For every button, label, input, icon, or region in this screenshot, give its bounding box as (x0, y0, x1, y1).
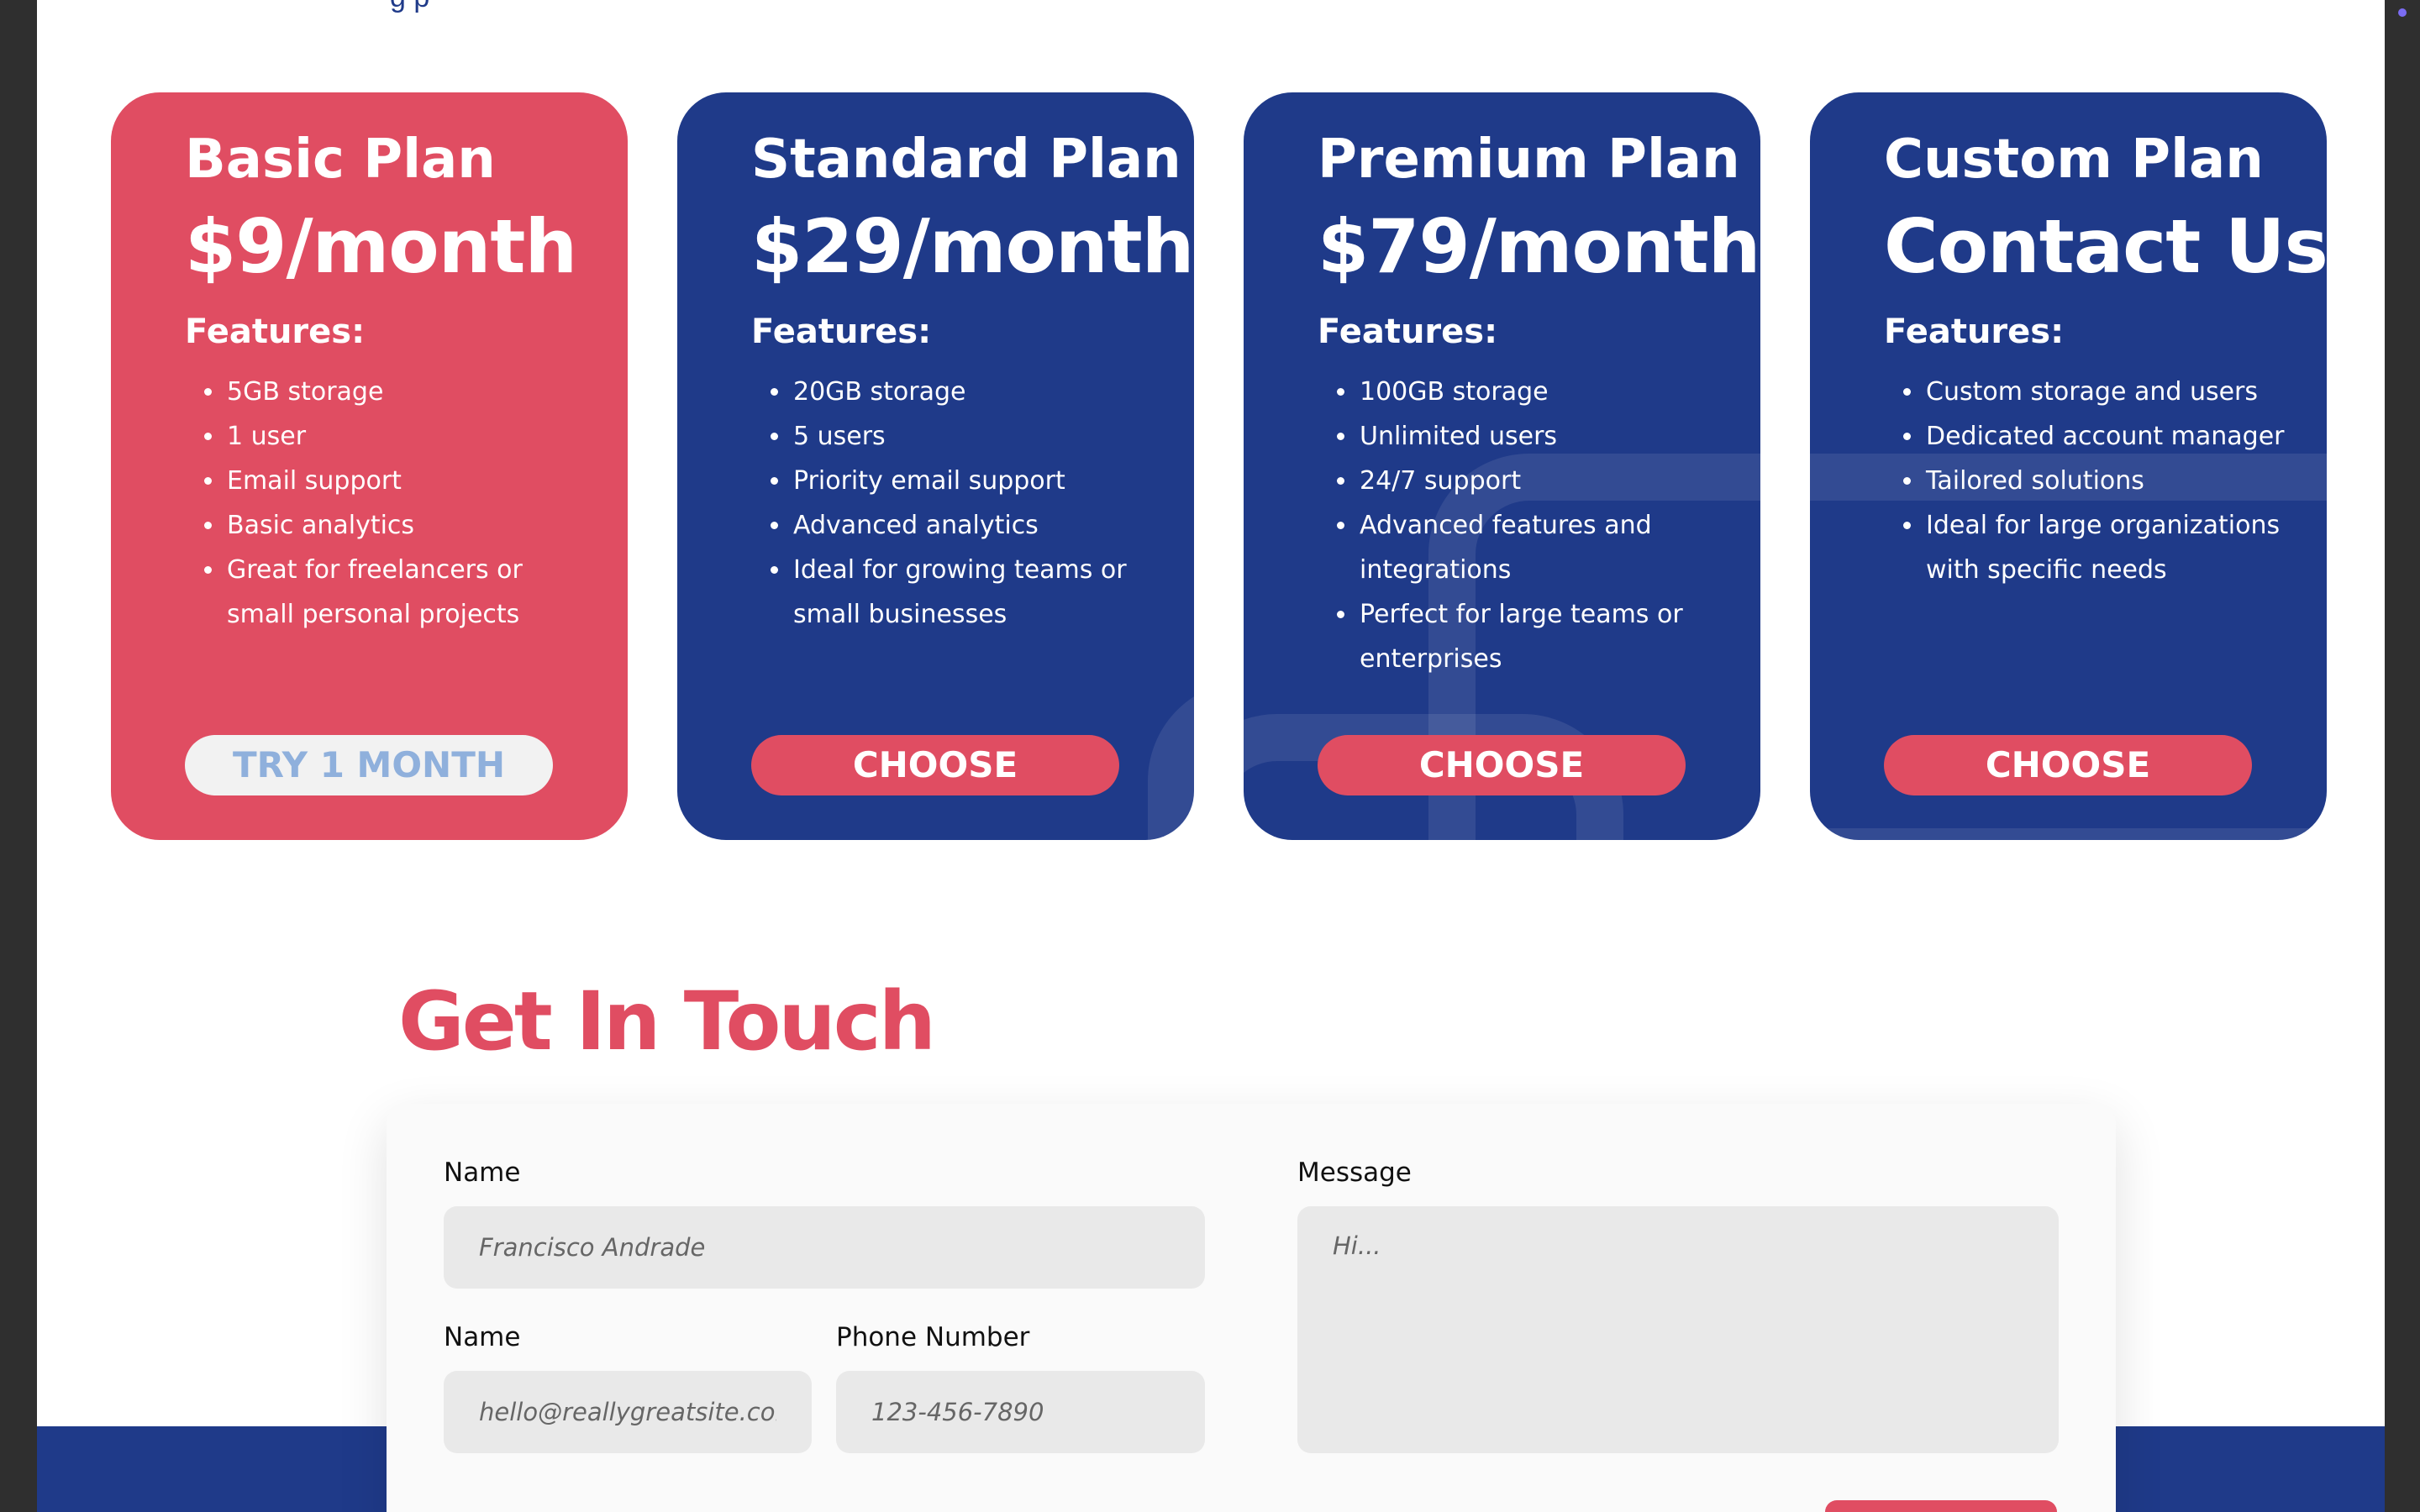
feature-item: Unlimited users (1358, 414, 1727, 459)
feature-item: 24/7 support (1358, 459, 1727, 503)
feature-item: Priority email support (792, 459, 1160, 503)
try-1-month-button[interactable]: TRY 1 MONTH (185, 735, 553, 795)
contact-form: Name Name Phone Number Message (387, 1104, 2116, 1512)
feature-item: Basic analytics (225, 503, 594, 548)
message-textarea[interactable] (1297, 1206, 2059, 1453)
plan-name: Standard Plan (751, 129, 1181, 191)
features-list: 20GB storage 5 users Priority email supp… (751, 370, 1160, 637)
feature-item: Tailored solutions (1924, 459, 2293, 503)
feature-item: 20GB storage (792, 370, 1160, 414)
name-input[interactable] (444, 1206, 1205, 1289)
pricing-card-custom: Custom Plan Contact Us Features: Custom … (1810, 92, 2327, 840)
phone-input[interactable] (836, 1371, 1205, 1453)
feature-item: 5 users (792, 414, 1160, 459)
pricing-card-premium: Premium Plan $79/month Features: 100GB s… (1244, 92, 1760, 840)
feature-item: Dedicated account manager (1924, 414, 2293, 459)
email-input[interactable] (444, 1371, 812, 1453)
submit-button[interactable] (1825, 1500, 2057, 1512)
features-list: 5GB storage 1 user Email support Basic a… (185, 370, 594, 637)
plan-name: Premium Plan (1318, 129, 1740, 191)
features-title: Features: (1318, 312, 1498, 352)
plan-price: $79/month (1318, 202, 1760, 290)
feature-item: Perfect for large teams or enterprises (1358, 592, 1727, 681)
features-list: 100GB storage Unlimited users 24/7 suppo… (1318, 370, 1727, 681)
choose-button[interactable]: CHOOSE (1884, 735, 2252, 795)
feature-item: 1 user (225, 414, 594, 459)
feature-item: 100GB storage (1358, 370, 1727, 414)
features-title: Features: (751, 312, 932, 352)
phone-label: Phone Number (836, 1322, 1030, 1352)
features-title: Features: (185, 312, 366, 352)
features-title: Features: (1884, 312, 2065, 352)
name-label: Name (444, 1158, 521, 1188)
plan-name: Custom Plan (1884, 129, 2264, 191)
cut-off-heading: g p (390, 0, 429, 14)
status-dot (2398, 8, 2407, 17)
page: g p Basic Plan $9/month Features: 5GB st… (37, 0, 2385, 1512)
feature-item: Ideal for large organizations with speci… (1924, 503, 2293, 592)
decorative-shape (1148, 680, 1194, 840)
pricing-card-basic: Basic Plan $9/month Features: 5GB storag… (111, 92, 628, 840)
plan-price: Contact Us (1884, 202, 2327, 290)
message-label: Message (1297, 1158, 1412, 1188)
feature-item: Ideal for growing teams or small busines… (792, 548, 1160, 637)
features-list: Custom storage and users Dedicated accou… (1884, 370, 2293, 592)
plan-price: $29/month (751, 202, 1194, 290)
choose-button[interactable]: CHOOSE (1318, 735, 1686, 795)
get-in-touch-title: Get In Touch (398, 974, 936, 1068)
plan-name: Basic Plan (185, 129, 496, 191)
plan-price: $9/month (185, 202, 577, 290)
feature-item: Advanced features and integrations (1358, 503, 1727, 592)
pricing-card-standard: Standard Plan $29/month Features: 20GB s… (677, 92, 1194, 840)
feature-item: 5GB storage (225, 370, 594, 414)
email-label: Name (444, 1322, 521, 1352)
feature-item: Custom storage and users (1924, 370, 2293, 414)
feature-item: Great for freelancers or small personal … (225, 548, 594, 637)
choose-button[interactable]: CHOOSE (751, 735, 1119, 795)
feature-item: Advanced analytics (792, 503, 1160, 548)
feature-item: Email support (225, 459, 594, 503)
